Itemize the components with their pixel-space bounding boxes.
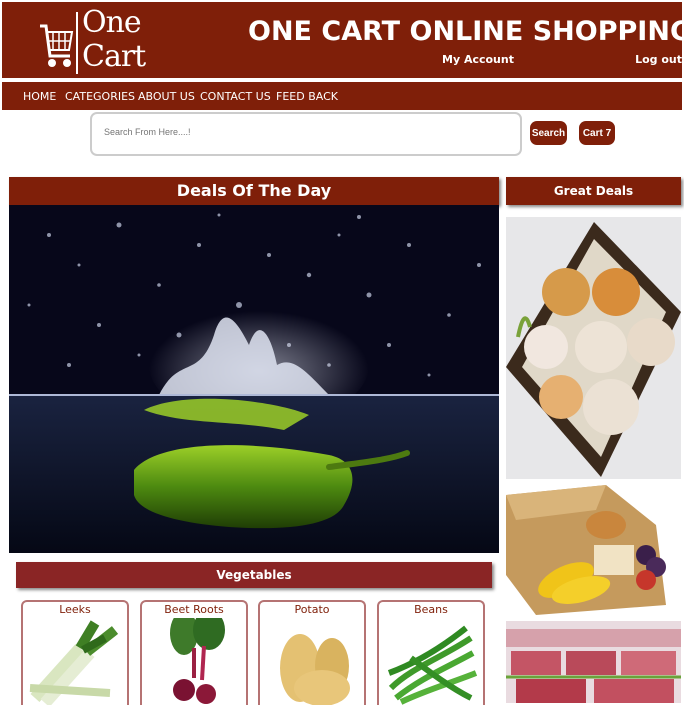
nav-about-us[interactable]: ABOUT US	[138, 90, 195, 103]
product-name: Potato	[294, 603, 330, 616]
product-card-leeks[interactable]: Leeks	[21, 600, 129, 705]
beans-image	[387, 625, 478, 705]
logo-line-two: Cart	[82, 39, 146, 74]
search-button[interactable]: Search	[530, 121, 567, 145]
great-deal-image-onions-garlic[interactable]	[506, 217, 681, 479]
product-card-beans[interactable]: Beans	[377, 600, 485, 705]
site-logo[interactable]: One Cart	[38, 6, 146, 76]
cart-button[interactable]: Cart 7	[579, 121, 615, 145]
logo-line-one: One	[82, 5, 142, 40]
logo-text: One Cart	[82, 5, 146, 74]
my-account-link[interactable]: My Account	[442, 53, 514, 66]
great-deals-heading: Great Deals	[506, 177, 681, 205]
main-navigation: HOME CATEGORIES ABOUT US CONTACT US FEED…	[2, 82, 682, 110]
logo-divider	[76, 12, 78, 74]
product-card-beet-roots[interactable]: Beet Roots	[140, 600, 248, 705]
shopping-cart-icon	[40, 24, 74, 67]
nav-home[interactable]: HOME	[23, 90, 56, 103]
pepper-splash-illustration	[9, 205, 499, 553]
potato-image	[280, 634, 350, 705]
site-title: ONE CART ONLINE SHOPPING	[248, 16, 684, 47]
site-header: One Cart ONE CART ONLINE SHOPPING My Acc…	[2, 2, 684, 78]
log-out-link[interactable]: Log out	[635, 53, 682, 66]
great-deal-image-grocery-bag[interactable]	[506, 485, 681, 617]
vegetables-heading: Vegetables	[16, 562, 492, 588]
grocery-bag-illustration	[506, 485, 666, 615]
search-input[interactable]	[104, 127, 500, 137]
product-name: Beans	[414, 603, 448, 616]
nav-categories[interactable]: CATEGORIES	[65, 90, 135, 103]
search-box	[90, 112, 522, 156]
onion-garlic-box-illustration	[506, 222, 681, 477]
product-name: Beet Roots	[164, 603, 224, 616]
product-card-potato[interactable]: Potato	[258, 600, 366, 705]
meat-display-illustration	[506, 621, 681, 703]
leeks-image	[29, 620, 119, 705]
nav-feedback[interactable]: FEED BACK	[276, 90, 338, 103]
deals-hero-image[interactable]	[9, 205, 499, 553]
deals-of-the-day-heading: Deals Of The Day	[9, 177, 499, 205]
product-name: Leeks	[59, 603, 91, 616]
beetroot-image	[170, 618, 225, 704]
great-deal-image-meat[interactable]	[506, 621, 681, 703]
account-links: My Account Log out	[442, 53, 682, 69]
nav-contact-us[interactable]: CONTACT US	[200, 90, 271, 103]
